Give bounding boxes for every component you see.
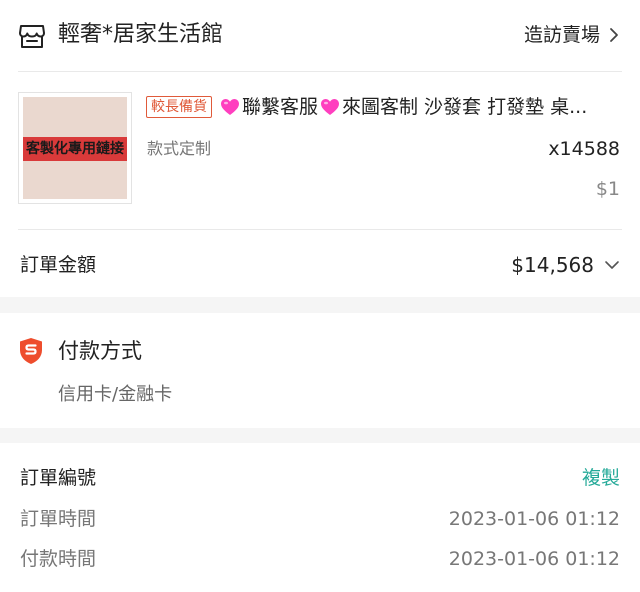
shop-name[interactable]: 輕奢*居家生活館	[58, 20, 223, 50]
order-total-row[interactable]: 訂單金額 $14,568	[0, 231, 640, 297]
pay-time-value: 2023-01-06 01:12	[448, 548, 620, 570]
product-variation: 款式定制	[147, 139, 212, 158]
product-title: 聯繫客服	[242, 96, 319, 118]
product-price: $1	[595, 178, 620, 200]
heart-icon	[221, 99, 239, 115]
store-icon	[19, 25, 45, 48]
chevron-right-icon	[610, 28, 618, 42]
shop-header: 輕奢*居家生活館 造訪賣場	[0, 0, 640, 70]
product-thumbnail[interactable]: 客製化專用鏈接	[18, 92, 132, 204]
product-title-rest: 來圖客制 沙發套 打發墊 桌...	[342, 96, 588, 118]
order-time-label: 訂單時間	[20, 508, 97, 530]
order-total-label: 訂單金額	[20, 254, 97, 276]
copy-button[interactable]: 複製	[582, 464, 620, 492]
order-info-section: 訂單編號 複製 訂單時間 2023-01-06 01:12 付款時間 2023-…	[0, 443, 640, 592]
payment-method: 信用卡/金融卡	[58, 384, 173, 405]
heart-icon	[321, 99, 340, 115]
product-quantity: x14588	[548, 138, 620, 160]
thumbnail-image: 客製化專用鏈接	[23, 97, 127, 199]
pay-time-row: 付款時間 2023-01-06 01:12	[20, 545, 620, 573]
order-time-row: 訂單時間 2023-01-06 01:12	[20, 505, 620, 533]
product-item[interactable]: 客製化專用鏈接 較長備貨 聯繫客服 來圖客制 沙發套 打發墊 桌... 款式定制…	[0, 72, 640, 230]
section-spacer	[0, 297, 640, 313]
thumbnail-caption: 客製化專用鏈接	[23, 137, 127, 161]
divider	[18, 229, 622, 230]
visit-shop-label: 造訪賣場	[523, 24, 600, 46]
payment-title: 付款方式	[58, 339, 142, 363]
chevron-down-icon	[605, 261, 619, 269]
shield-icon	[20, 338, 42, 364]
order-total-value: $14,568	[511, 253, 594, 277]
section-spacer	[0, 428, 640, 443]
payment-section: 付款方式 信用卡/金融卡	[0, 313, 640, 428]
order-time-value: 2023-01-06 01:12	[448, 508, 620, 530]
order-total-toggle[interactable]: $14,568	[511, 251, 620, 279]
visit-shop-button[interactable]: 造訪賣場	[524, 22, 620, 48]
preorder-tag: 較長備貨	[146, 96, 212, 118]
pay-time-label: 付款時間	[20, 548, 97, 570]
order-number-row: 訂單編號 複製	[20, 464, 620, 492]
order-number-label: 訂單編號	[20, 467, 97, 489]
product-title-row[interactable]: 較長備貨 聯繫客服 來圖客制 沙發套 打發墊 桌...	[146, 94, 624, 120]
